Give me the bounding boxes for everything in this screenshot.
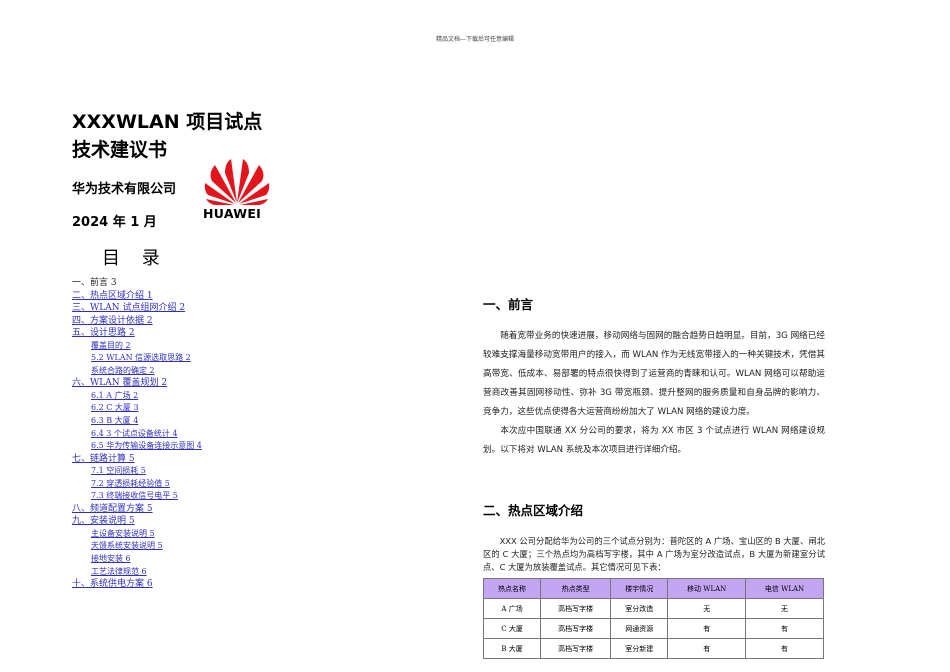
toc-item[interactable]: 6.5 华为传输设备连接示意图 4	[72, 440, 202, 453]
document-page: 精品文档---下载后可任意编辑 XXXWLAN 项目试点 技术建议书 华为技术有…	[0, 0, 950, 672]
toc-link[interactable]: 十、系统供电方案 6	[72, 579, 153, 589]
table-cell: 高档写字楼	[540, 598, 612, 619]
toc-item[interactable]: 主设备安装说明 5	[72, 528, 202, 541]
company-name: 华为技术有限公司	[72, 182, 177, 197]
toc-link[interactable]: 六、WLAN 覆盖规划 2	[72, 378, 167, 388]
table-row: A 广场 高档写字楼 室分改造无无	[482, 598, 824, 619]
toc-item[interactable]: 系统合路的确定 2	[72, 365, 202, 378]
column-header: 热点类型	[540, 578, 612, 599]
toc-link[interactable]: 6.2 C 大厦 3	[91, 403, 139, 412]
toc-link[interactable]: 接地安装 6	[91, 554, 131, 563]
table-of-contents: 一、前言 3 二、热点区域介绍 1 三、WLAN 试点组网介绍 2 四、方案设计依据 …	[72, 277, 202, 591]
table-cell: 无	[745, 598, 824, 619]
toc-link[interactable]: 四、方案设计依据 2	[72, 316, 153, 326]
hotspot-table: 热点名称 热点类型 楼宇情况 移动 WLAN 电信 WLAN A 广场 高档写字楼 室分改造…	[482, 578, 824, 659]
toc-item[interactable]: 6.2 C 大厦 3	[72, 402, 202, 415]
table-cell: 有	[745, 638, 824, 659]
toc-link[interactable]: 工艺法律规范 6	[91, 567, 147, 576]
document-date: 2024 年 1 月	[72, 215, 157, 230]
toc-item[interactable]: 三、WLAN 试点组网介绍 2	[72, 302, 202, 315]
toc-link[interactable]: 覆盖目的 2	[91, 341, 131, 350]
main-content: 一、前言 随着宽带业务的快速进展，移动网络与固网的融合趋势日趋明显。目前，3G …	[482, 294, 825, 659]
header-note: 精品文档---下载后可任意编辑	[435, 36, 515, 43]
column-header: 移动 WLAN	[667, 578, 747, 599]
toc-link[interactable]: 七、链路计算 5	[72, 454, 135, 464]
toc-link[interactable]: 6.1 A 广场 2	[91, 391, 138, 400]
table-cell: 高档写字楼	[540, 638, 612, 659]
toc-link[interactable]: 五、设计思路 2	[72, 328, 135, 338]
section-heading-hotspots: 二、热点区域介绍	[483, 503, 584, 518]
toc-item[interactable]: 九、安装说明 5	[72, 515, 202, 528]
title-line-1: XXXWLAN 项目试点	[72, 111, 263, 133]
preface-paragraph-2: 本次应中国联通 XX 分公司的要求，将为 XX 市区 3 个试点进行 WLAN …	[483, 426, 825, 455]
toc-item[interactable]: 四、方案设计依据 2	[72, 315, 202, 328]
toc-title: 目 录	[102, 248, 168, 269]
table-cell: 有	[667, 638, 747, 659]
section-heading-preface: 一、前言	[483, 297, 534, 312]
table-cell: 有	[745, 618, 824, 639]
table-header-row: 热点名称 热点类型 楼宇情况 移动 WLAN 电信 WLAN	[482, 578, 824, 599]
table-cell: 室分改造	[610, 598, 669, 619]
toc-link[interactable]: 天馈系统安装说明 5	[91, 541, 163, 550]
table-cell: 网通资源	[610, 618, 669, 639]
toc-item: 一、前言 3	[72, 277, 202, 290]
toc-item[interactable]: 六、WLAN 覆盖规划 2	[72, 377, 202, 390]
toc-item[interactable]: 7.1 空间损耗 5	[72, 465, 202, 478]
toc-item[interactable]: 接地安装 6	[72, 553, 202, 566]
column-header: 热点名称	[482, 578, 542, 599]
toc-link[interactable]: 八、频道配置方案 5	[72, 504, 153, 514]
toc-item[interactable]: 十、系统供电方案 6	[72, 578, 202, 591]
toc-item[interactable]: 6.3 B 大厦 4	[72, 415, 202, 428]
toc-item[interactable]: 七、链路计算 5	[72, 453, 202, 466]
toc-item[interactable]: 工艺法律规范 6	[72, 566, 202, 579]
toc-item[interactable]: 覆盖目的 2	[72, 340, 202, 353]
toc-item[interactable]: 7.2 穿透损耗经验值 5	[72, 478, 202, 491]
toc-item[interactable]: 6.4 3 个试点设备统计 4	[72, 428, 202, 441]
toc-link[interactable]: 7.1 空间损耗 5	[91, 466, 146, 475]
toc-label: 一、前言 3	[72, 278, 117, 288]
table-cell: C 大厦	[482, 618, 542, 639]
column-header: 电信 WLAN	[745, 578, 824, 599]
huawei-logo-text: HUAWEI	[203, 206, 262, 221]
toc-link[interactable]: 二、热点区域介绍 1	[72, 291, 153, 301]
table-cell: A 广场	[482, 598, 542, 619]
table-cell: 高档写字楼	[540, 618, 612, 639]
toc-item[interactable]: 6.1 A 广场 2	[72, 390, 202, 403]
toc-item[interactable]: 八、频道配置方案 5	[72, 503, 202, 516]
toc-item[interactable]: 五、设计思路 2	[72, 327, 202, 340]
hotspots-paragraph: XXX 公司分配给华为公司的三个试点分别为：普陀区的 A 广场、宝山区的 B 大…	[483, 536, 825, 572]
table-cell: 无	[667, 598, 747, 619]
toc-link[interactable]: 5.2 WLAN 信源选取思路 2	[91, 353, 191, 362]
toc-link[interactable]: 7.2 穿透损耗经验值 5	[91, 479, 170, 488]
preface-paragraph-1: 随着宽带业务的快速进展，移动网络与固网的融合趋势日趋明显。目前，3G 网络已经较…	[483, 331, 825, 417]
toc-item[interactable]: 二、热点区域介绍 1	[72, 290, 202, 303]
column-header: 楼宇情况	[610, 578, 669, 599]
table-cell: B 大厦	[482, 638, 542, 659]
toc-link[interactable]: 6.4 3 个试点设备统计 4	[91, 429, 178, 438]
toc-link[interactable]: 7.3 终端接收信号电平 5	[91, 491, 178, 500]
toc-item[interactable]: 天馈系统安装说明 5	[72, 540, 202, 553]
table-cell: 有	[667, 618, 747, 639]
table-row: B 大厦 高档写字楼 室分新建有有	[482, 638, 824, 659]
toc-item[interactable]: 5.2 WLAN 信源选取思路 2	[72, 352, 202, 365]
toc-link[interactable]: 6.5 华为传输设备连接示意图 4	[91, 441, 202, 450]
toc-item[interactable]: 7.3 终端接收信号电平 5	[72, 490, 202, 503]
toc-link[interactable]: 主设备安装说明 5	[91, 529, 155, 538]
toc-link[interactable]: 九、安装说明 5	[72, 516, 135, 526]
toc-link[interactable]: 三、WLAN 试点组网介绍 2	[72, 303, 185, 313]
toc-link[interactable]: 系统合路的确定 2	[91, 366, 155, 375]
table-row: C 大厦 高档写字楼 网通资源有有	[482, 618, 824, 639]
toc-link[interactable]: 6.3 B 大厦 4	[91, 416, 138, 425]
table-cell: 室分新建	[610, 638, 669, 659]
